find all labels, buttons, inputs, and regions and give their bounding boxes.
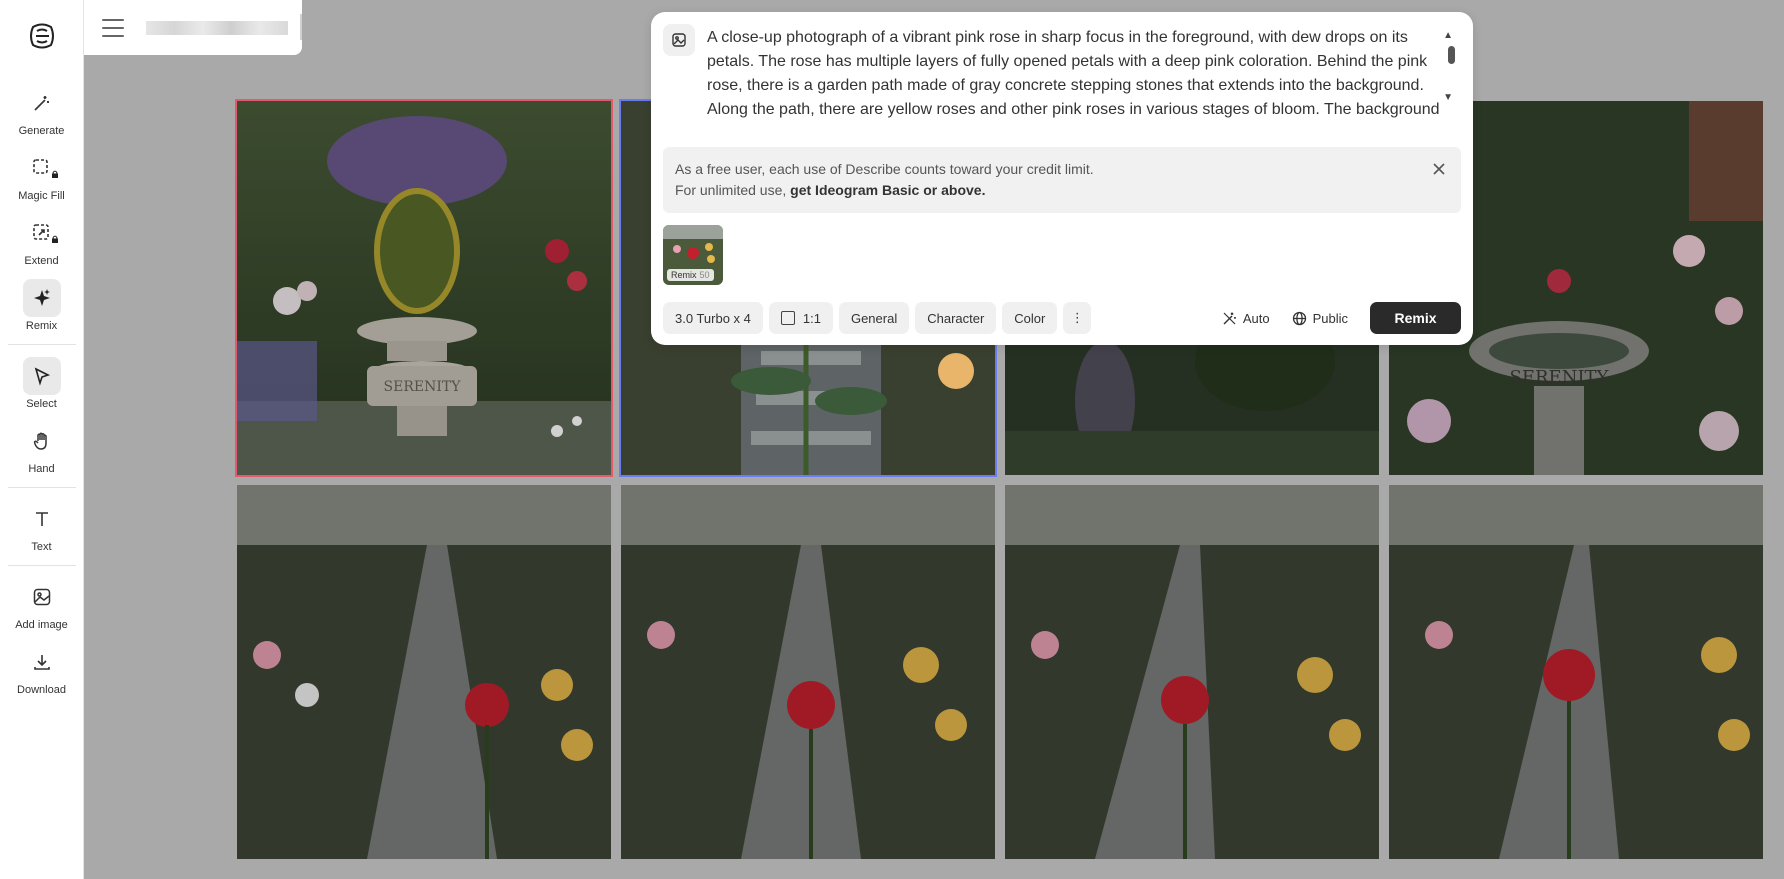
scrollbar-thumb[interactable] xyxy=(1448,46,1455,64)
fountain-engraving: SERENITY xyxy=(384,379,462,395)
magic-fill-icon xyxy=(23,149,61,187)
tool-label: Text xyxy=(31,541,52,553)
tool-label: Remix xyxy=(25,320,58,332)
globe-icon xyxy=(1292,311,1306,325)
download-icon xyxy=(23,643,61,681)
describe-image-icon[interactable] xyxy=(663,24,695,56)
tool-text[interactable]: Text xyxy=(4,500,80,553)
scroll-down-arrow-icon[interactable]: ▼ xyxy=(1443,92,1453,103)
top-bar xyxy=(84,0,302,55)
extend-icon xyxy=(23,214,61,252)
image-tile-fountain[interactable]: SERENITY xyxy=(235,99,613,477)
tool-label: Add image xyxy=(15,619,68,631)
submit-controls: Auto Public Remix xyxy=(1214,302,1461,334)
tool-label: Generate xyxy=(18,125,65,137)
divider xyxy=(300,14,302,40)
tool-label: Extend xyxy=(24,255,59,267)
notice-line-2: For unlimited use, get Ideogram Basic or… xyxy=(675,180,1449,201)
style-character-button[interactable]: Character xyxy=(915,302,997,334)
magic-prompt-label: Auto xyxy=(1242,310,1270,326)
toolbar-divider xyxy=(7,565,76,566)
tool-label: Select xyxy=(26,398,57,410)
tool-select[interactable]: Select xyxy=(4,357,80,410)
aspect-label: 1:1 xyxy=(802,310,821,326)
tool-hand[interactable]: Hand xyxy=(4,422,80,475)
badge-label: Remix xyxy=(671,270,697,280)
image-tile-rose-path-2[interactable] xyxy=(621,485,995,859)
generation-options: 3.0 Turbo x 4 1:1 General Character Colo… xyxy=(663,302,1092,334)
lock-icon xyxy=(51,235,58,243)
hamburger-menu-icon[interactable] xyxy=(102,18,124,37)
image-tile-rose-path-1[interactable] xyxy=(237,485,611,859)
tool-add-image[interactable]: Add image xyxy=(4,578,80,631)
add-image-icon xyxy=(23,578,61,616)
tool-magic-fill[interactable]: Magic Fill xyxy=(4,149,80,202)
style-general-button[interactable]: General xyxy=(838,302,910,334)
text-icon xyxy=(23,500,61,538)
toolbar-divider xyxy=(7,487,76,488)
remix-panel: A close-up photograph of a vibrant pink … xyxy=(651,12,1473,345)
magic-prompt-toggle[interactable]: Auto xyxy=(1214,302,1278,334)
image-tile-rose-path-4[interactable] xyxy=(1389,485,1763,859)
visibility-label: Public xyxy=(1312,310,1348,326)
remix-source-thumbnail[interactable]: Remix 50 xyxy=(663,225,723,285)
badge-value: 50 xyxy=(699,270,710,280)
tool-download[interactable]: Download xyxy=(4,643,80,696)
tool-remix[interactable]: Remix xyxy=(4,279,80,332)
canvas-title-redacted[interactable] xyxy=(146,20,288,35)
left-toolbar: Generate Magic Fill Extend Remix Select … xyxy=(0,0,84,879)
toolbar-divider xyxy=(7,344,76,345)
remix-submit-button[interactable]: Remix xyxy=(1370,302,1461,334)
tool-label: Magic Fill xyxy=(18,190,65,202)
tool-generate[interactable]: Generate xyxy=(4,84,80,137)
sparkle-icon xyxy=(22,279,61,317)
more-options-icon[interactable]: ⋮ xyxy=(1063,302,1092,334)
notice-prefix: For unlimited use, xyxy=(675,182,791,198)
prompt-textarea[interactable]: A close-up photograph of a vibrant pink … xyxy=(707,26,1442,122)
wand-icon xyxy=(23,84,61,122)
magic-prompt-icon xyxy=(1223,312,1236,324)
birdbath-engraving: SERENITY xyxy=(1510,367,1610,388)
lock-icon xyxy=(51,170,58,178)
scroll-up-arrow-icon[interactable]: ▲ xyxy=(1443,30,1453,41)
tool-label: Hand xyxy=(28,463,55,475)
tool-label: Download xyxy=(17,684,66,696)
notice-line-1: As a free user, each use of Describe cou… xyxy=(675,161,1094,177)
tool-extend[interactable]: Extend xyxy=(4,214,80,267)
remix-weight-badge: Remix 50 xyxy=(667,269,714,281)
upgrade-link[interactable]: get Ideogram Basic or above. xyxy=(790,182,985,198)
hand-icon xyxy=(23,422,61,460)
cursor-icon xyxy=(22,357,61,395)
ideogram-logo-icon[interactable] xyxy=(24,18,60,54)
model-selector[interactable]: 3.0 Turbo x 4 xyxy=(663,302,763,334)
close-icon[interactable] xyxy=(1431,161,1447,177)
aspect-square-icon xyxy=(780,311,795,325)
aspect-ratio-selector[interactable]: 1:1 xyxy=(768,302,833,334)
style-color-button[interactable]: Color xyxy=(1002,302,1058,334)
credit-notice: As a free user, each use of Describe cou… xyxy=(663,147,1461,213)
visibility-toggle[interactable]: Public xyxy=(1284,302,1356,334)
image-tile-rose-path-3[interactable] xyxy=(1005,485,1379,859)
